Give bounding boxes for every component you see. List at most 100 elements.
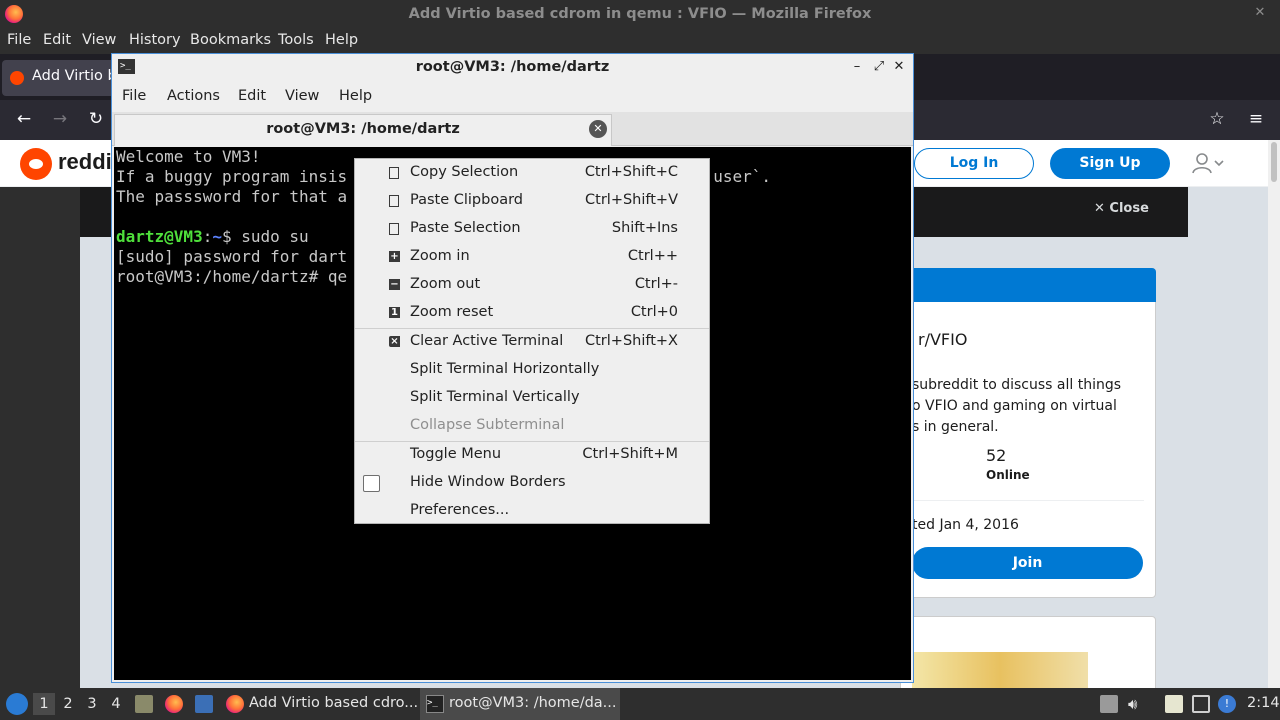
- menu-item-label: Copy Selection: [410, 164, 519, 180]
- zoom-out-icon: −: [389, 279, 400, 290]
- card-divider: [912, 500, 1144, 501]
- workspace-2[interactable]: 2: [57, 693, 79, 715]
- close-label: Close: [1109, 201, 1149, 216]
- menu-item-label: Zoom in: [410, 248, 470, 264]
- close-window-icon[interactable]: ✕: [891, 59, 907, 75]
- volume-icon[interactable]: 🔊︎: [1128, 695, 1146, 713]
- login-button[interactable]: Log In: [914, 148, 1034, 179]
- eject-icon[interactable]: [1100, 695, 1118, 713]
- ff-menu-file[interactable]: File: [7, 32, 31, 48]
- menu-item-shortcut: Ctrl+0: [630, 304, 678, 320]
- browser-tab[interactable]: Add Virtio b: [2, 60, 120, 96]
- maximize-icon[interactable]: ⤢: [871, 59, 887, 75]
- join-button[interactable]: Join: [912, 547, 1143, 579]
- menu-item-shortcut: Ctrl++: [627, 248, 678, 264]
- page-scrollbar-thumb[interactable]: [1271, 142, 1277, 182]
- ff-menu-bookmarks[interactable]: Bookmarks: [190, 32, 271, 48]
- start-menu-icon[interactable]: [6, 693, 28, 715]
- menu-item-label: Toggle Menu: [410, 446, 502, 462]
- notes-icon[interactable]: [1165, 695, 1183, 713]
- term-menu-view[interactable]: View: [285, 88, 319, 104]
- menu-item-clear-terminal[interactable]: × Clear Active Terminal Ctrl+Shift+X: [355, 328, 709, 356]
- zoom-reset-icon: 1: [389, 307, 401, 319]
- menu-item-label: Paste Selection: [410, 220, 521, 236]
- taskbar-task-firefox[interactable]: Add Virtio based cdro...: [222, 688, 418, 720]
- firefox-close-icon[interactable]: ✕: [1252, 5, 1268, 21]
- menu-item-zoom-out[interactable]: − Zoom out Ctrl+-: [355, 271, 709, 299]
- workspace-3[interactable]: 3: [81, 693, 103, 715]
- ff-menu-help[interactable]: Help: [325, 32, 358, 48]
- clock[interactable]: 2:14: [1247, 695, 1280, 711]
- terminal-icon: >_: [426, 695, 444, 713]
- close-tab-icon[interactable]: ✕: [589, 120, 607, 138]
- page-scrollbar[interactable]: [1268, 140, 1280, 688]
- close-post-button[interactable]: ✕ Close: [1094, 201, 1149, 216]
- page-backdrop: [0, 187, 80, 688]
- subreddit-name[interactable]: r/VFIO: [918, 330, 967, 349]
- terminal-titlebar[interactable]: >_ root@VM3: /home/dartz – ⤢ ✕: [112, 54, 913, 81]
- signup-button[interactable]: Sign Up: [1050, 148, 1170, 179]
- firefox-window-title: Add Virtio based cdrom in qemu : VFIO — …: [408, 6, 872, 22]
- prompt-command: $ sudo su: [221, 227, 309, 246]
- menu-item-label: Clear Active Terminal: [410, 333, 564, 349]
- menu-item-shortcut: Ctrl+Shift+V: [585, 192, 678, 208]
- forward-icon[interactable]: →: [49, 109, 71, 129]
- online-label: Online: [986, 468, 1030, 482]
- term-menu-edit[interactable]: Edit: [238, 88, 266, 104]
- reload-icon[interactable]: ↻: [85, 109, 107, 129]
- reddit-wordmark[interactable]: reddi: [58, 149, 112, 175]
- menu-item-paste-clipboard[interactable]: Paste Clipboard Ctrl+Shift+V: [355, 187, 709, 215]
- menu-item-shortcut: Ctrl+-: [634, 276, 678, 292]
- terminal-tab[interactable]: root@VM3: /home/dartz ✕: [114, 114, 612, 146]
- terminal-tabstrip: root@VM3: /home/dartz ✕: [112, 112, 913, 146]
- firefox-launcher-icon[interactable]: [165, 695, 183, 713]
- hide-borders-checkbox[interactable]: [363, 475, 380, 492]
- menu-item-zoom-reset[interactable]: 1 Zoom reset Ctrl+0: [355, 299, 709, 327]
- paste-icon: [389, 195, 401, 207]
- menu-item-label: Hide Window Borders: [410, 474, 566, 490]
- hamburger-menu-icon[interactable]: ≡: [1245, 109, 1267, 129]
- menu-item-toggle-menu[interactable]: Toggle Menu Ctrl+Shift+M: [355, 441, 709, 469]
- menu-item-label: Zoom out: [410, 276, 481, 292]
- menu-item-collapse-subterminal: Collapse Subterminal: [355, 412, 709, 440]
- card-image: [912, 652, 1088, 688]
- prompt-colon: :: [202, 227, 213, 246]
- firefox-icon: [226, 695, 244, 713]
- menu-item-label: Split Terminal Horizontally: [410, 361, 600, 377]
- term-menu-actions[interactable]: Actions: [167, 88, 220, 104]
- ff-menu-view[interactable]: View: [82, 32, 116, 48]
- workspace-4[interactable]: 4: [105, 693, 127, 715]
- back-icon[interactable]: ←: [13, 109, 35, 129]
- ff-menu-edit[interactable]: Edit: [43, 32, 71, 48]
- taskbar-task-terminal[interactable]: >_ root@VM3: /home/da...: [420, 688, 620, 720]
- reddit-logo-icon[interactable]: [20, 148, 52, 180]
- menu-item-label: Zoom reset: [410, 304, 494, 320]
- term-menu-help[interactable]: Help: [339, 88, 372, 104]
- bookmark-star-icon[interactable]: ☆: [1206, 109, 1228, 129]
- menu-item-split-horizontal[interactable]: Split Terminal Horizontally: [355, 356, 709, 384]
- zoom-in-icon: +: [389, 251, 400, 262]
- display-icon[interactable]: [1192, 695, 1210, 713]
- term-menu-file[interactable]: File: [122, 88, 146, 104]
- menu-item-hide-window-borders[interactable]: Hide Window Borders: [355, 469, 709, 497]
- community-card-banner: [900, 268, 1156, 302]
- user-menu-icon[interactable]: [1190, 152, 1230, 176]
- menu-item-zoom-in[interactable]: + Zoom in Ctrl++: [355, 243, 709, 271]
- menu-item-paste-selection[interactable]: Paste Selection Shift+Ins: [355, 215, 709, 243]
- minimize-icon[interactable]: –: [849, 59, 865, 75]
- menu-item-split-vertical[interactable]: Split Terminal Vertically: [355, 384, 709, 412]
- prompt-path: ~: [212, 227, 222, 246]
- workspace-1[interactable]: 1: [33, 693, 55, 715]
- prompt-user: dartz@VM3: [116, 227, 203, 246]
- terminal-menubar: File Actions Edit View Help: [112, 82, 913, 112]
- menu-item-copy-selection[interactable]: Copy Selection Ctrl+Shift+C: [355, 159, 709, 187]
- menu-item-preferences[interactable]: Preferences...: [355, 497, 709, 525]
- clear-icon: ×: [389, 336, 400, 347]
- ff-menu-tools[interactable]: Tools: [278, 32, 314, 48]
- update-icon[interactable]: !: [1218, 695, 1236, 713]
- desktop-icon[interactable]: [195, 695, 213, 713]
- taskbar-task-label: root@VM3: /home/da...: [449, 695, 617, 711]
- file-manager-icon[interactable]: [135, 695, 153, 713]
- ff-menu-history[interactable]: History: [129, 32, 181, 48]
- firefox-titlebar: Add Virtio based cdrom in qemu : VFIO — …: [0, 0, 1280, 30]
